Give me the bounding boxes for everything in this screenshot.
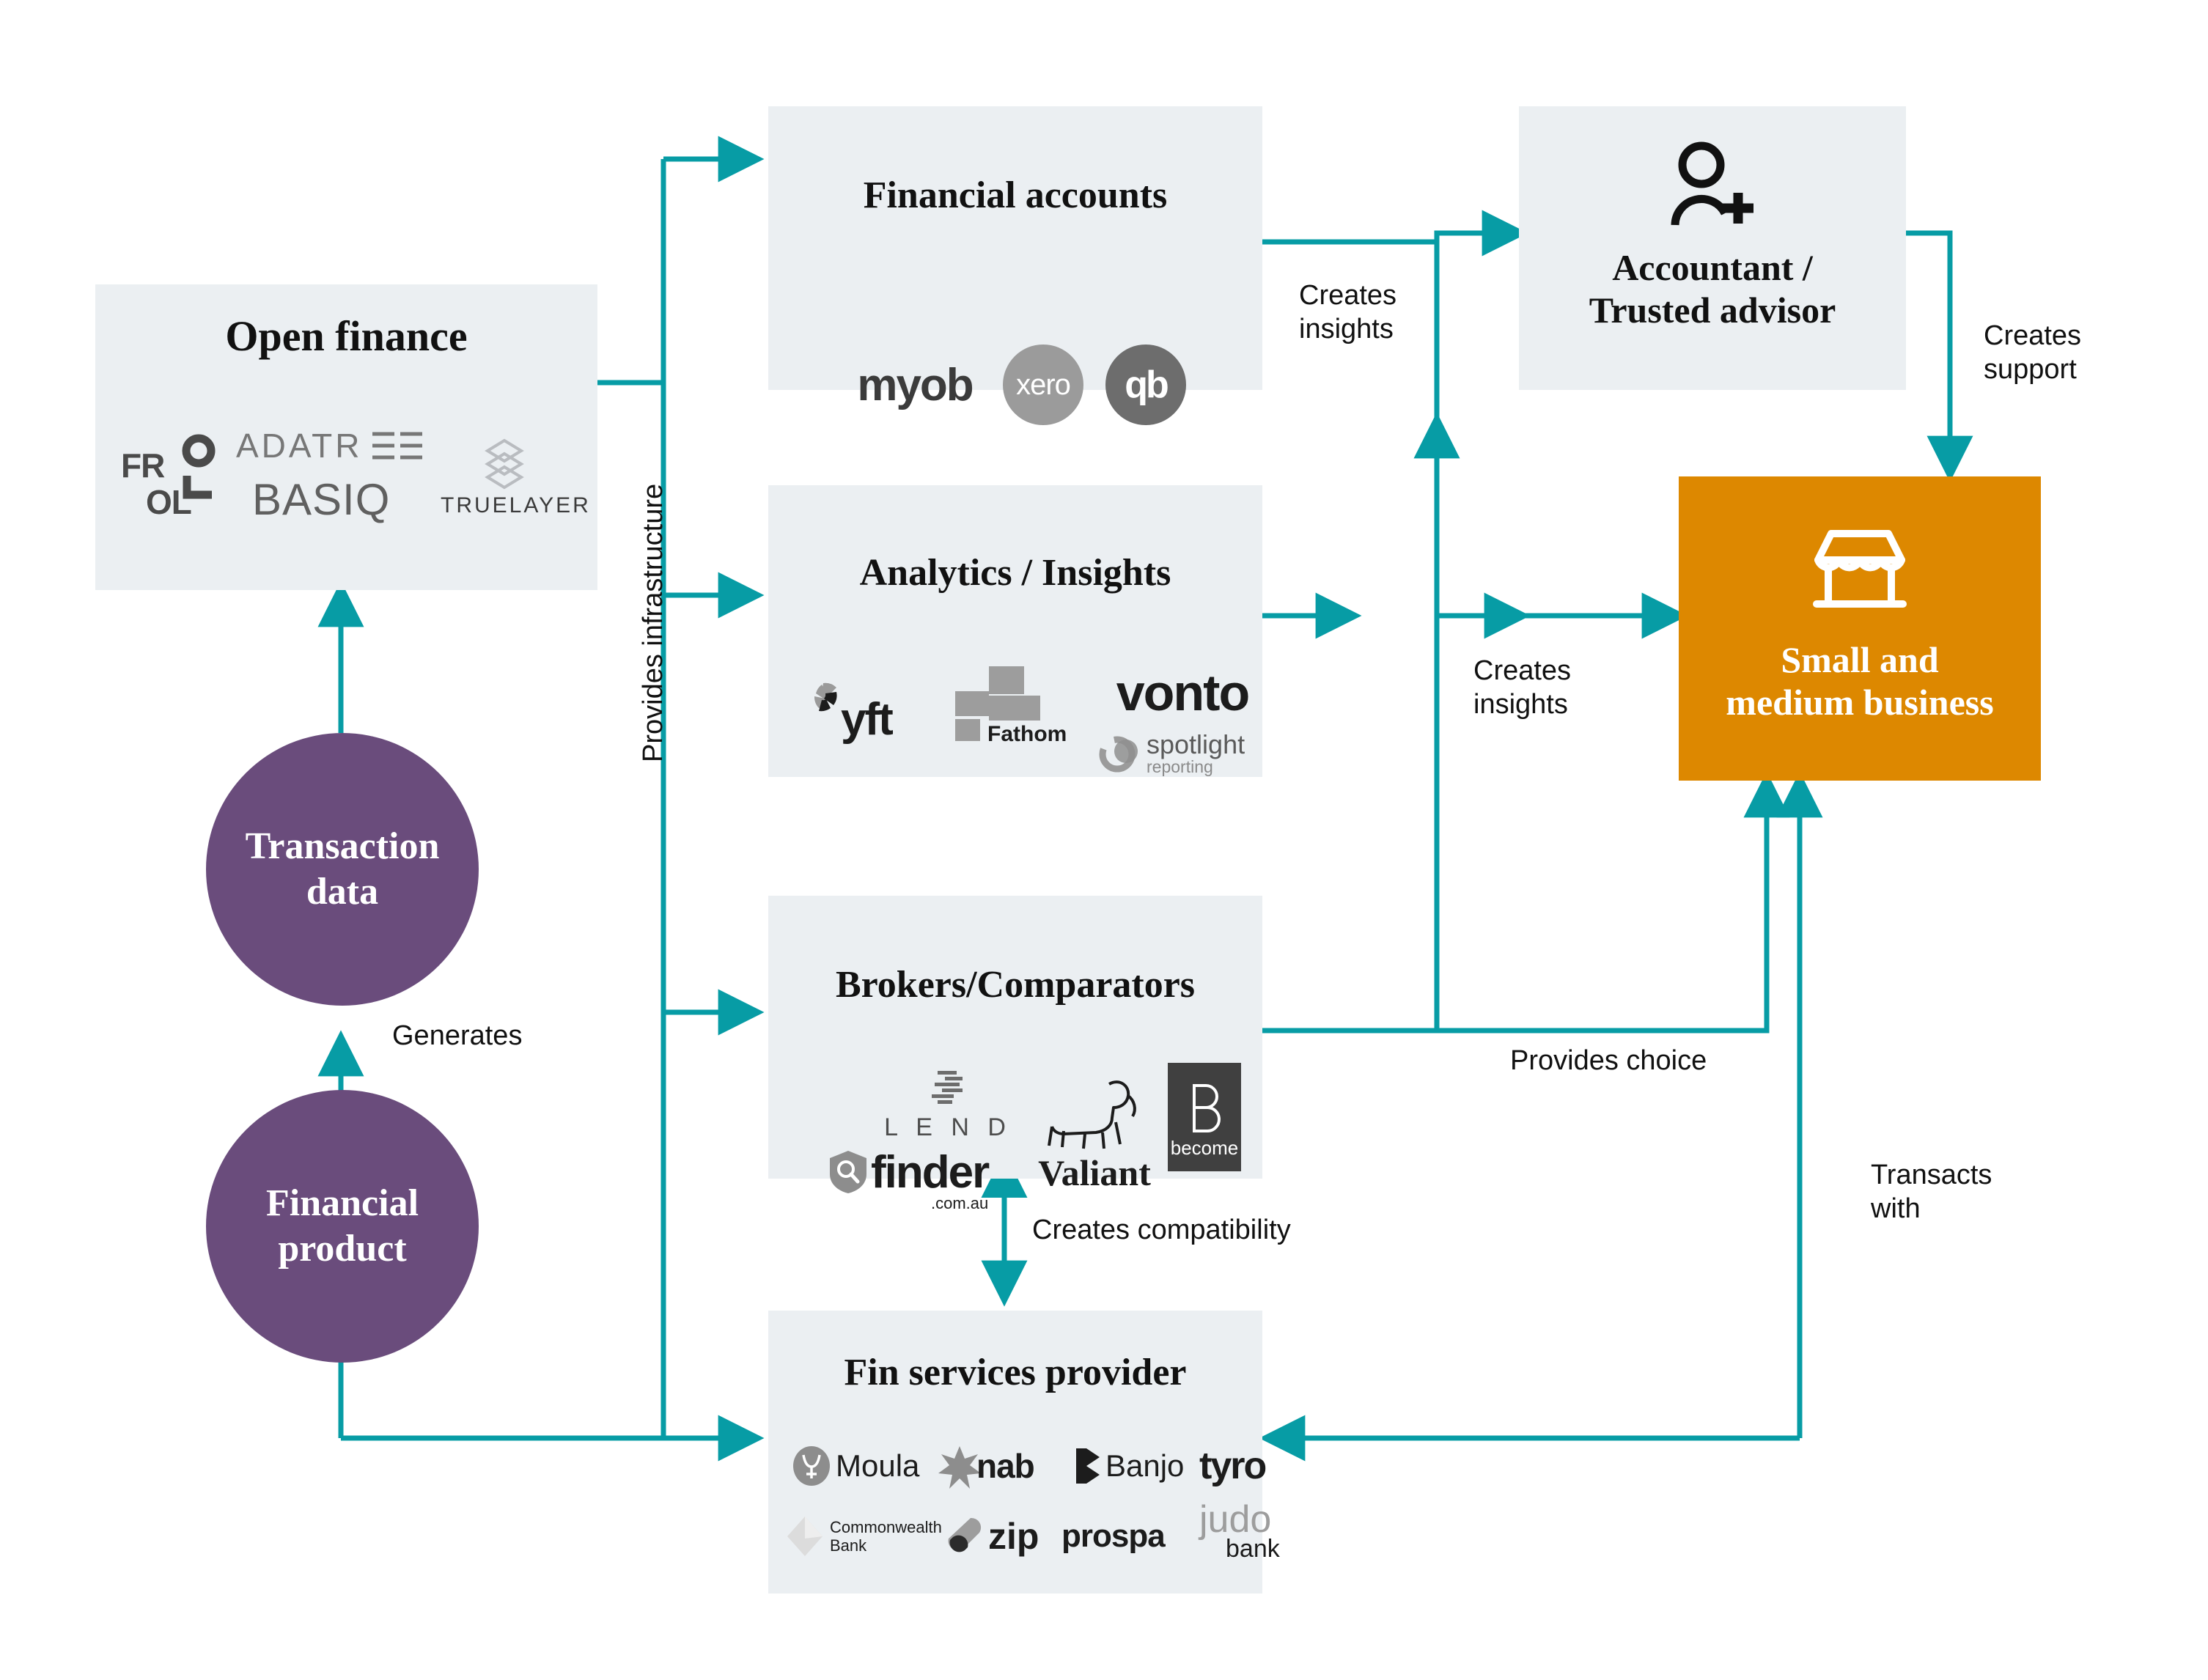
vonto-text: vonto (1116, 664, 1251, 721)
logo-zip: zip (946, 1507, 1056, 1566)
node-accountant[interactable]: Accountant / Trusted advisor (1519, 106, 1906, 390)
logo-syft: yft (805, 672, 930, 753)
accountant-line1: Accountant / (1612, 247, 1813, 288)
edge-accounts-to-accountant (1262, 210, 1528, 257)
logo-moula: Moula (792, 1437, 931, 1495)
fathom-text: Fathom (987, 722, 1067, 746)
tyro-text: tyro (1199, 1445, 1267, 1487)
logo-vonto: vonto (1098, 660, 1267, 726)
svg-text:FR: FR (121, 446, 165, 485)
storefront-icon (1679, 522, 2041, 617)
transaction-data-line2: data (306, 871, 379, 913)
myob-text: myob (857, 359, 974, 410)
cba-line2: Bank (830, 1536, 867, 1555)
logo-xero: xero (1003, 345, 1083, 425)
lend-text: L E N D (884, 1113, 1012, 1141)
logo-fathom: Fathom (944, 661, 1083, 756)
spotlight-reporting-text: reporting (1147, 757, 1213, 777)
node-smb[interactable]: Small and medium business (1679, 476, 2041, 781)
node-transaction-data[interactable]: Transaction data (206, 733, 479, 1006)
spotlight-text: spotlight (1147, 729, 1245, 760)
logo-commonwealth-bank: Commonwealth Bank (784, 1507, 942, 1566)
financial-product-line2: product (278, 1228, 407, 1270)
logo-valiant: Valiant (1028, 1063, 1160, 1202)
finder-text: finder (871, 1146, 990, 1198)
fin-services-title: Fin services provider (844, 1352, 1187, 1393)
zip-text: zip (988, 1516, 1039, 1557)
logo-judo-bank: judo bank (1199, 1495, 1317, 1569)
qb-text: qb (1125, 364, 1169, 406)
cba-line1: Commonwealth (830, 1517, 942, 1536)
banjo-text: Banjo (1105, 1448, 1185, 1483)
accountant-line2: Trusted advisor (1589, 289, 1836, 331)
brokers-title: Brokers/Comparators (835, 964, 1196, 1006)
become-text: become (1170, 1136, 1239, 1159)
logo-spotlight-reporting: spotlight reporting (1098, 721, 1274, 787)
logo-frollo: FR OL (116, 424, 226, 534)
smb-line1: Small and (1781, 639, 1939, 680)
label-creates-support: Creates support (1984, 320, 2082, 386)
node-open-finance[interactable]: Open finance FR OL ADATR BASIQ TRUELAYER (95, 284, 597, 590)
person-plus-icon (1519, 141, 1906, 229)
logo-prospa: prospa (1061, 1507, 1201, 1566)
label-creates-insights-mid: Creates insights (1473, 655, 1572, 721)
node-analytics-insights[interactable]: Analytics / Insights yft Fathom vonto sp… (768, 485, 1262, 777)
smb-title: Small and medium business (1679, 639, 2041, 723)
financial-product-line1: Financial (265, 1182, 419, 1224)
open-finance-logos: FR OL ADATR BASIQ TRUELAYER (95, 394, 597, 563)
financial-accounts-title: Financial accounts (863, 174, 1168, 216)
transaction-data-line1: Transaction (245, 825, 440, 867)
moula-text: Moula (836, 1448, 920, 1483)
diagram-canvas: Open finance FR OL ADATR BASIQ TRUELAYER… (0, 0, 2208, 1680)
logo-become: become (1168, 1063, 1241, 1171)
logo-nab: nab (938, 1437, 1063, 1495)
xero-text: xero (1016, 368, 1071, 401)
node-fin-services-provider[interactable]: Fin services provider Moula nab Banjo ty (768, 1311, 1280, 1594)
node-brokers-comparators[interactable]: Brokers/Comparators L E N D finder .com. (768, 896, 1262, 1212)
node-financial-product[interactable]: Financial product (206, 1090, 479, 1363)
logo-banjo: Banjo (1070, 1437, 1202, 1495)
logo-lend: L E N D (864, 1057, 1032, 1152)
label-creates-insights-top: Creates insights (1299, 280, 1397, 345)
judo-bank-text: bank (1226, 1535, 1280, 1563)
adatree-text: ADATR (236, 427, 363, 465)
open-finance-title: Open finance (225, 312, 468, 360)
smb-line2: medium business (1726, 681, 1994, 723)
judo-text: judo (1199, 1497, 1272, 1541)
label-generates: Generates (392, 1020, 523, 1051)
syft-text: yft (841, 694, 893, 745)
edge-accountant-creates-support (1906, 230, 1973, 482)
logo-finder: finder .com.au (827, 1139, 1017, 1212)
logo-truelayer: TRUELAYER (431, 420, 588, 537)
basiq-text: BASIQ (252, 475, 390, 524)
logo-quickbooks: qb (1105, 345, 1186, 425)
label-provides-choice: Provides choice (1510, 1045, 1707, 1076)
logo-myob: myob (849, 345, 981, 425)
logo-tyro: tyro (1199, 1437, 1317, 1495)
finder-tld-text: .com.au (930, 1193, 989, 1212)
svg-text:TRUELAYER: TRUELAYER (441, 493, 591, 517)
accountant-title: Accountant / Trusted advisor (1519, 247, 1906, 331)
label-creates-compatibility: Creates compatibility (1032, 1215, 1291, 1245)
financial-accounts-logos: myob xero qb (812, 326, 1223, 443)
label-provides-infrastructure: Provides infrastructure (638, 483, 669, 762)
nab-text: nab (976, 1447, 1035, 1485)
prospa-text: prospa (1061, 1518, 1166, 1554)
logo-adatree-basiq: ADATR BASIQ (226, 420, 431, 537)
analytics-title: Analytics / Insights (859, 552, 1171, 594)
node-financial-accounts[interactable]: Financial accounts myob xero qb (768, 106, 1262, 425)
valiant-text: Valiant (1038, 1152, 1151, 1193)
edge-brokers-provides-choice (1262, 771, 1790, 1034)
label-transacts-with: Transacts with (1871, 1160, 1992, 1225)
